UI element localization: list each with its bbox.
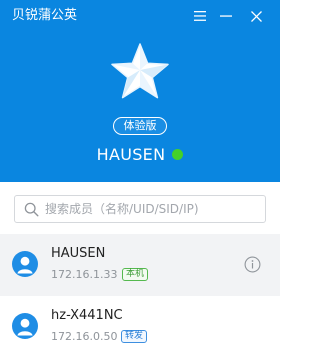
member-list: HAUSEN 172.16.1.33 本机 hz-X441NC 172.16.0… [0, 234, 280, 358]
member-ip: 172.16.0.50 [51, 330, 118, 343]
search-box[interactable] [14, 195, 266, 223]
app-title: 贝锐蒲公英 [12, 8, 78, 23]
close-button[interactable] [246, 5, 266, 27]
avatar [12, 313, 38, 339]
menu-button[interactable] [190, 5, 210, 27]
member-ip: 172.16.1.33 [51, 268, 118, 281]
member-name: hz-X441NC [51, 308, 123, 323]
star-logo-icon [111, 43, 169, 99]
user-name-label: HAUSEN [96, 145, 166, 164]
search-input[interactable] [45, 197, 261, 221]
minimize-icon [220, 15, 232, 17]
minimize-button[interactable] [216, 5, 236, 27]
local-device-badge: 本机 [122, 268, 149, 281]
search-icon [24, 202, 39, 217]
title-bar[interactable]: 贝锐蒲公英 [0, 0, 280, 32]
user-avatar-icon [17, 256, 33, 274]
edition-badge: 体验版 [113, 117, 167, 135]
menu-icon [194, 11, 206, 21]
header-panel: 贝锐蒲公英 体验版 HAUSEN [0, 0, 280, 182]
member-row[interactable]: HAUSEN 172.16.1.33 本机 [0, 234, 280, 296]
member-row[interactable]: hz-X441NC 172.16.0.50 转发 [0, 296, 280, 358]
info-icon[interactable] [244, 256, 261, 273]
online-status-dot [172, 149, 184, 160]
current-user: HAUSEN [0, 145, 280, 165]
user-avatar-icon [17, 318, 33, 336]
relay-badge: 转发 [121, 330, 148, 343]
avatar [12, 251, 38, 277]
close-icon [250, 10, 262, 22]
member-name: HAUSEN [51, 246, 106, 261]
